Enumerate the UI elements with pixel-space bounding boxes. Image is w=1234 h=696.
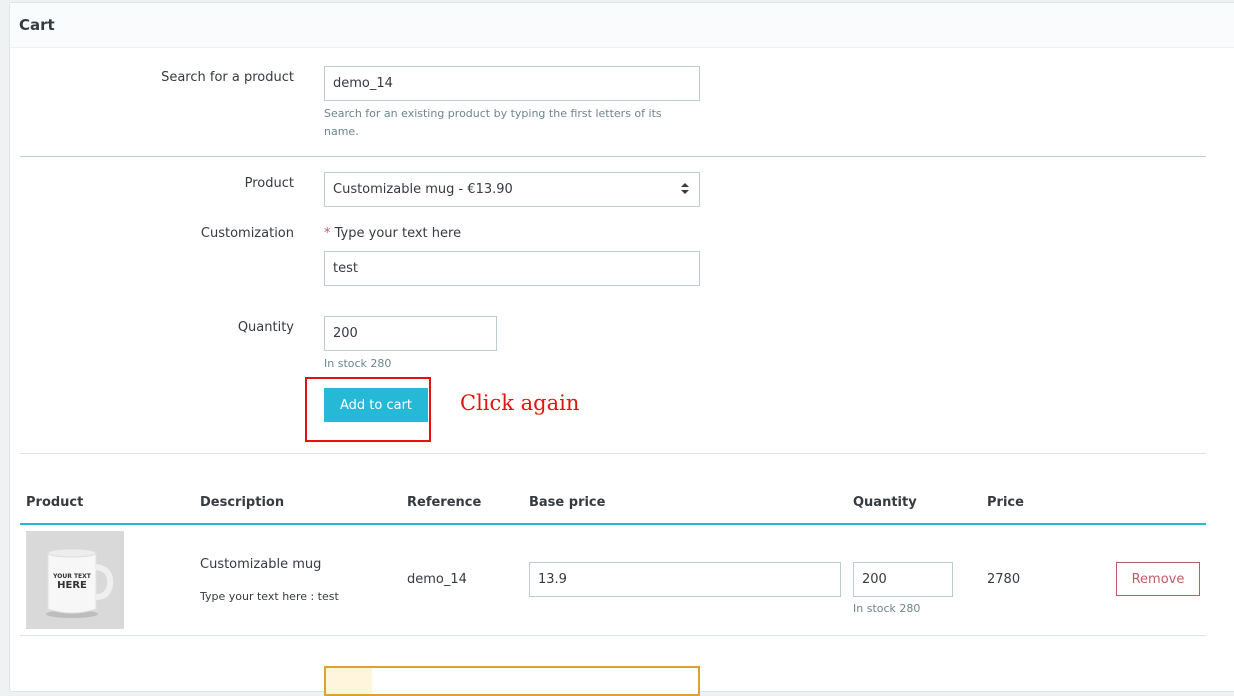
input-addon bbox=[326, 668, 372, 694]
search-input[interactable]: demo_14 bbox=[324, 66, 700, 101]
annotation-text: Click again bbox=[460, 391, 580, 415]
panel-title: Cart bbox=[19, 16, 55, 34]
customization-input[interactable]: test bbox=[324, 251, 700, 286]
row-customization: Type your text here : test bbox=[200, 590, 339, 603]
quantity-label: Quantity bbox=[237, 320, 294, 335]
base-price-input[interactable]: 13.9 bbox=[529, 562, 841, 597]
select-arrows-icon bbox=[681, 183, 689, 195]
col-header-reference: Reference bbox=[407, 495, 482, 510]
annotation-box bbox=[305, 377, 431, 442]
col-header-description: Description bbox=[200, 495, 285, 510]
stock-help: In stock 280 bbox=[324, 357, 392, 370]
col-header-base-price: Base price bbox=[529, 495, 606, 510]
row-divider bbox=[20, 635, 1206, 636]
row-quantity-input[interactable]: 200 bbox=[853, 562, 953, 597]
table-header-underline bbox=[20, 523, 1206, 525]
search-label: Search for a product bbox=[161, 70, 294, 85]
mug-icon: YOUR TEXT HERE bbox=[26, 531, 124, 629]
required-mark: * bbox=[324, 226, 331, 241]
col-header-quantity: Quantity bbox=[853, 495, 917, 510]
row-stock-help: In stock 280 bbox=[853, 602, 921, 615]
mug-text-2: HERE bbox=[57, 580, 87, 591]
row-reference: demo_14 bbox=[407, 572, 467, 587]
quantity-input[interactable]: 200 bbox=[324, 316, 497, 351]
partial-input[interactable] bbox=[324, 666, 700, 696]
product-select-value: Customizable mug - €13.90 bbox=[333, 182, 513, 197]
section-divider-2 bbox=[20, 453, 1206, 454]
product-image: YOUR TEXT HERE bbox=[26, 531, 124, 629]
customization-label: Customization bbox=[200, 226, 294, 241]
remove-button[interactable]: Remove bbox=[1116, 562, 1200, 596]
customization-field-label: * Type your text here bbox=[324, 226, 462, 241]
col-header-product: Product bbox=[26, 495, 84, 510]
search-help: Search for an existing product by typing… bbox=[324, 107, 662, 138]
row-description: Customizable mug bbox=[200, 557, 322, 572]
product-label: Product bbox=[244, 176, 294, 191]
row-price: 2780 bbox=[987, 572, 1021, 587]
mug-text-1: YOUR TEXT bbox=[52, 573, 92, 580]
section-divider bbox=[20, 156, 1206, 157]
panel-header: Cart bbox=[10, 3, 1234, 48]
product-select[interactable]: Customizable mug - €13.90 bbox=[324, 172, 700, 207]
col-header-price: Price bbox=[987, 495, 1024, 510]
